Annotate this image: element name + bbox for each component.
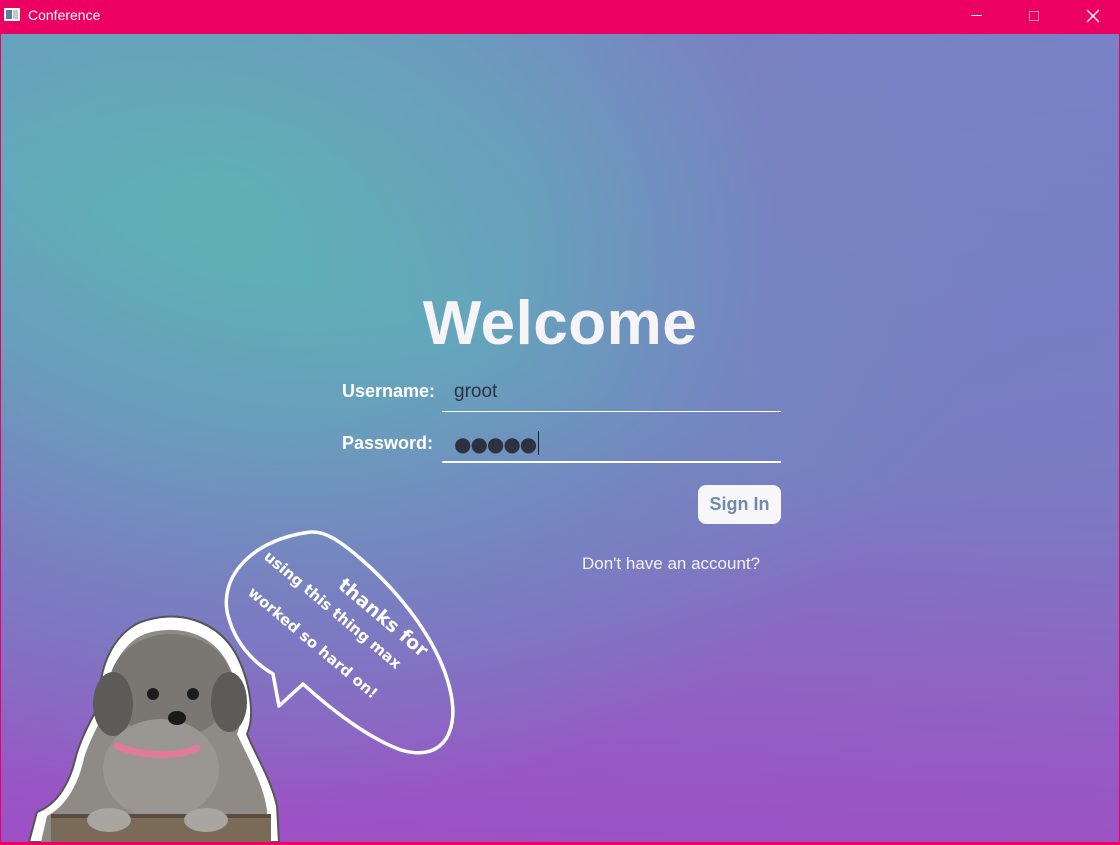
username-value: groot (454, 381, 498, 402)
text-caret (538, 431, 540, 455)
dog-icon (27, 615, 281, 842)
maximize-button[interactable] (1011, 0, 1057, 31)
bubble-line-1: thanks for (334, 574, 433, 662)
signup-link[interactable]: Don't have an account? (582, 554, 760, 574)
password-label: Password: (342, 433, 434, 453)
username-field[interactable]: groot (442, 376, 781, 412)
close-icon (1086, 9, 1100, 22)
username-label: Username: (342, 381, 436, 401)
maximize-icon (1029, 10, 1039, 21)
password-dots: ●●●●● (454, 432, 537, 456)
minimize-icon (970, 15, 982, 16)
bubble-line-3: worked so hard on! (244, 583, 381, 702)
password-field[interactable]: ●●●●● (442, 427, 781, 463)
title-bar[interactable]: Conference (0, 0, 1120, 31)
minimize-button[interactable] (953, 0, 999, 31)
app-window: Conference Welcome Username: groot Passw… (0, 0, 1120, 845)
login-panel: Welcome Username: groot Password: ●●●●● … (1, 34, 1119, 842)
close-button[interactable] (1070, 0, 1116, 31)
bubble-line-2: using this thing max (260, 547, 405, 673)
password-value: ●●●●● (454, 431, 540, 456)
sign-in-button[interactable]: Sign In (698, 485, 781, 524)
speech-bubble: thanks for using this thing max worked s… (224, 530, 455, 755)
window-title: Conference (28, 7, 101, 23)
app-icon (4, 8, 20, 21)
welcome-heading: Welcome (422, 289, 698, 358)
